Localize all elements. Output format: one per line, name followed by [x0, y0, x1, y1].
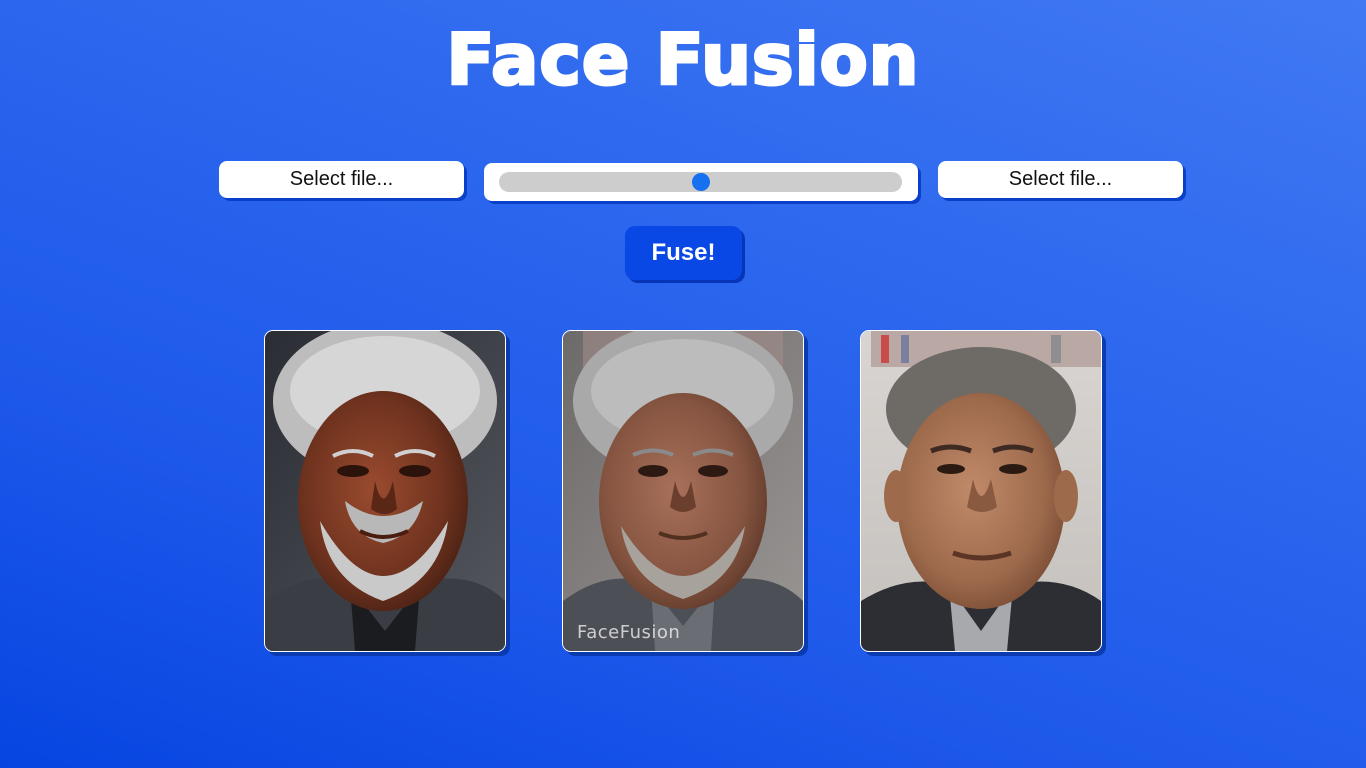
- target-face-image: [860, 330, 1102, 652]
- fused-face-illustration: [563, 331, 803, 651]
- blend-slider[interactable]: [484, 163, 918, 201]
- app-title: Face Fusion: [445, 18, 920, 103]
- fused-watermark: FaceFusion: [577, 622, 681, 643]
- fuse-button[interactable]: Fuse!: [625, 226, 742, 280]
- fused-face-image: FaceFusion: [562, 330, 804, 652]
- source-face-image: [264, 330, 506, 652]
- select-target-file-button[interactable]: Select file...: [938, 161, 1183, 198]
- select-source-file-button[interactable]: Select file...: [219, 161, 464, 198]
- source-face-illustration: [265, 331, 505, 651]
- target-face-illustration: [861, 331, 1101, 651]
- blend-slider-thumb[interactable]: [691, 173, 710, 191]
- blend-slider-track[interactable]: [499, 172, 902, 192]
